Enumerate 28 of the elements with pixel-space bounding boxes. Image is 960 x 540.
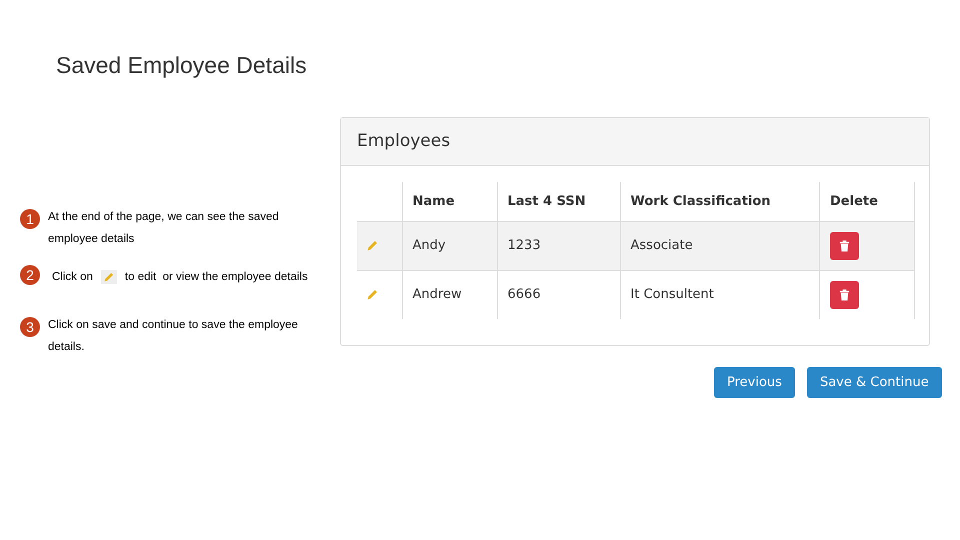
delete-button[interactable]: [830, 232, 859, 260]
step-text: Click on: [52, 270, 93, 285]
table-cell: 1233: [497, 221, 620, 270]
column-header: Name: [412, 194, 455, 208]
column-header: Work Classification: [630, 194, 771, 208]
trash-icon: [839, 288, 850, 301]
step-number: 3: [20, 317, 40, 337]
slide-title: Saved Employee Details: [56, 51, 307, 80]
table-cell: Andy: [402, 221, 497, 270]
step-text: At the end of the page, we can see the saved employee details: [48, 210, 280, 247]
table-cell: 6666: [497, 270, 620, 319]
save-continue-button[interactable]: Save & Continue: [806, 367, 942, 398]
table-cell: Associate: [620, 221, 820, 270]
previous-button[interactable]: Previous: [714, 367, 795, 398]
column-header: Last 4 SSN: [508, 194, 586, 208]
pencil-icon[interactable]: [367, 240, 378, 251]
pencil-icon[interactable]: [104, 272, 114, 282]
step-number: 1: [20, 209, 40, 229]
pencil-icon[interactable]: [367, 289, 378, 300]
panel-title: Employees: [357, 130, 450, 153]
column-header: Delete: [830, 194, 878, 208]
step-text: to edit or view the employee details: [124, 270, 308, 285]
trash-icon: [839, 240, 850, 252]
step-text: Click on save and continue to save the employee details.: [48, 318, 299, 355]
step-number: 2: [20, 265, 40, 285]
delete-button[interactable]: [830, 280, 859, 309]
table-cell: Andrew: [402, 270, 497, 319]
table-cell: It Consultent: [620, 270, 820, 319]
